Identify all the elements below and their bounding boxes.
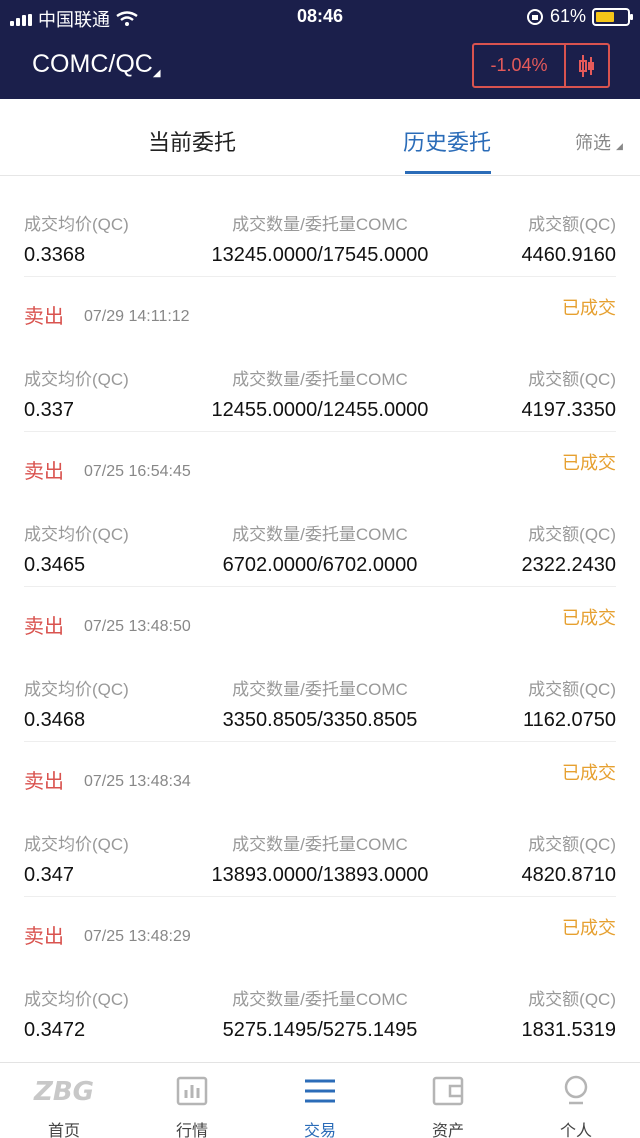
- amount-value: 4820.8710: [521, 864, 616, 886]
- kline-button[interactable]: [566, 45, 608, 86]
- status-bar: 中国联通 08:46 61%: [0, 0, 640, 34]
- nav-label: 资产: [431, 1123, 464, 1138]
- order-values: 0.3465 6702.0000/6702.0000 2322.2430: [24, 554, 616, 580]
- order-time: 07/29 14:11:12: [84, 308, 190, 325]
- pair-name: COMC/QC: [32, 50, 153, 78]
- tab-current-orders[interactable]: 当前委托: [148, 125, 236, 157]
- order-item[interactable]: 成交均价(QC) 成交数量/委托量COMC 成交额(QC) 0.347 1389…: [0, 796, 640, 951]
- amount-value: 1162.0750: [522, 709, 616, 731]
- amount-value: 2322.2430: [521, 554, 616, 576]
- status-right: 61%: [526, 6, 633, 27]
- order-time: 07/25 13:48:34: [84, 773, 191, 790]
- order-labels: 成交均价(QC) 成交数量/委托量COMC 成交额(QC): [24, 675, 616, 699]
- order-side: 卖出: [24, 926, 64, 948]
- order-status: 已成交: [562, 298, 616, 318]
- order-values: 0.347 13893.0000/13893.0000 4820.8710: [24, 864, 616, 890]
- order-status: 已成交: [562, 918, 616, 938]
- caret-down-icon: ◢: [152, 68, 161, 79]
- order-item[interactable]: 成交均价(QC) 成交数量/委托量COMC 成交额(QC) 0.337 1245…: [0, 331, 640, 486]
- order-values: 0.3468 3350.8505/3350.8505 1162.0750: [24, 709, 616, 735]
- order-side: 卖出: [24, 771, 64, 793]
- order-values: 0.337 12455.0000/12455.0000 4197.3350: [24, 399, 616, 425]
- amount-label: 成交额(QC): [528, 370, 616, 389]
- top-header: 中国联通 08:46 61% COMC/QC◢ -1.04%: [0, 0, 640, 99]
- bottom-nav: ZBG 首页 行情 交易 资产 个人: [0, 1062, 640, 1138]
- order-labels: 成交均价(QC) 成交数量/委托量COMC 成交额(QC): [24, 985, 616, 1009]
- user-bulb-icon: [512, 1073, 640, 1109]
- nav-market[interactable]: 行情: [128, 1063, 256, 1138]
- price-change: -1.04%: [474, 45, 566, 86]
- divider: [24, 741, 616, 742]
- orientation-lock-icon: [526, 8, 543, 25]
- order-item[interactable]: 成交均价(QC) 成交数量/委托量COMC 成交额(QC) 0.3468 335…: [0, 641, 640, 796]
- triangle-icon: ◢: [616, 141, 623, 151]
- nav-profile[interactable]: 个人: [512, 1063, 640, 1138]
- divider: [24, 431, 616, 432]
- amount-value: 4197.3350: [521, 399, 616, 421]
- order-labels: 成交均价(QC) 成交数量/委托量COMC 成交额(QC): [24, 210, 616, 234]
- nav-home[interactable]: ZBG 首页: [0, 1063, 128, 1138]
- amount-value: 4460.9160: [521, 244, 616, 266]
- battery-percent: 61%: [549, 6, 586, 26]
- svg-text:ZBG: ZBG: [33, 1077, 94, 1105]
- order-time: 07/25 16:54:45: [84, 463, 191, 480]
- order-labels: 成交均价(QC) 成交数量/委托量COMC 成交额(QC): [24, 830, 616, 854]
- tab-history-orders[interactable]: 历史委托: [403, 125, 491, 157]
- bar-chart-icon: [128, 1073, 256, 1109]
- order-item[interactable]: 成交均价(QC) 成交数量/委托量COMC 成交额(QC) 0.3465 670…: [0, 486, 640, 641]
- amount-label: 成交额(QC): [528, 525, 616, 544]
- amount-label: 成交额(QC): [528, 680, 616, 699]
- nav-label: 首页: [47, 1123, 80, 1138]
- order-time: 07/25 13:48:29: [84, 928, 191, 945]
- active-tab-indicator: [405, 171, 491, 174]
- nav-label: 个人: [559, 1123, 592, 1138]
- order-status: 已成交: [562, 453, 616, 473]
- pair-selector[interactable]: COMC/QC◢: [32, 50, 161, 79]
- nav-label: 交易: [303, 1123, 336, 1138]
- divider: [24, 276, 616, 277]
- wallet-icon: [384, 1073, 512, 1109]
- order-item[interactable]: 成交均价(QC) 成交数量/委托量COMC 成交额(QC) 0.3368 132…: [0, 176, 640, 331]
- candlestick-icon: [579, 54, 594, 77]
- nav-assets[interactable]: 资产: [384, 1063, 512, 1138]
- amount-value: 1831.5319: [521, 1019, 616, 1041]
- battery-icon: [592, 7, 633, 26]
- order-values: 0.3368 13245.0000/17545.0000 4460.9160: [24, 244, 616, 270]
- trade-lines-icon: [256, 1073, 384, 1109]
- order-time: 07/25 13:48:50: [84, 618, 191, 635]
- order-status: 已成交: [562, 763, 616, 783]
- order-side: 卖出: [24, 306, 64, 328]
- order-side: 卖出: [24, 461, 64, 483]
- nav-trade[interactable]: 交易: [256, 1063, 384, 1138]
- order-tabs: 当前委托 历史委托 筛选 ◢: [0, 99, 640, 176]
- filter-button[interactable]: 筛选 ◢: [575, 129, 623, 155]
- order-status: 已成交: [562, 608, 616, 628]
- zbg-logo-icon: ZBG: [0, 1073, 128, 1109]
- amount-label: 成交额(QC): [528, 990, 616, 1009]
- order-values: 0.3472 5275.1495/5275.1495 1831.5319: [24, 1019, 616, 1045]
- order-labels: 成交均价(QC) 成交数量/委托量COMC 成交额(QC): [24, 365, 616, 389]
- filter-label: 筛选: [575, 133, 611, 153]
- divider: [24, 896, 616, 897]
- amount-label: 成交额(QC): [528, 215, 616, 234]
- order-side: 卖出: [24, 616, 64, 638]
- order-labels: 成交均价(QC) 成交数量/委托量COMC 成交额(QC): [24, 520, 616, 544]
- nav-label: 行情: [175, 1123, 208, 1138]
- change-box[interactable]: -1.04%: [472, 43, 610, 88]
- order-list: 成交均价(QC) 成交数量/委托量COMC 成交额(QC) 0.3368 132…: [0, 176, 640, 1106]
- amount-label: 成交额(QC): [528, 835, 616, 854]
- divider: [24, 586, 616, 587]
